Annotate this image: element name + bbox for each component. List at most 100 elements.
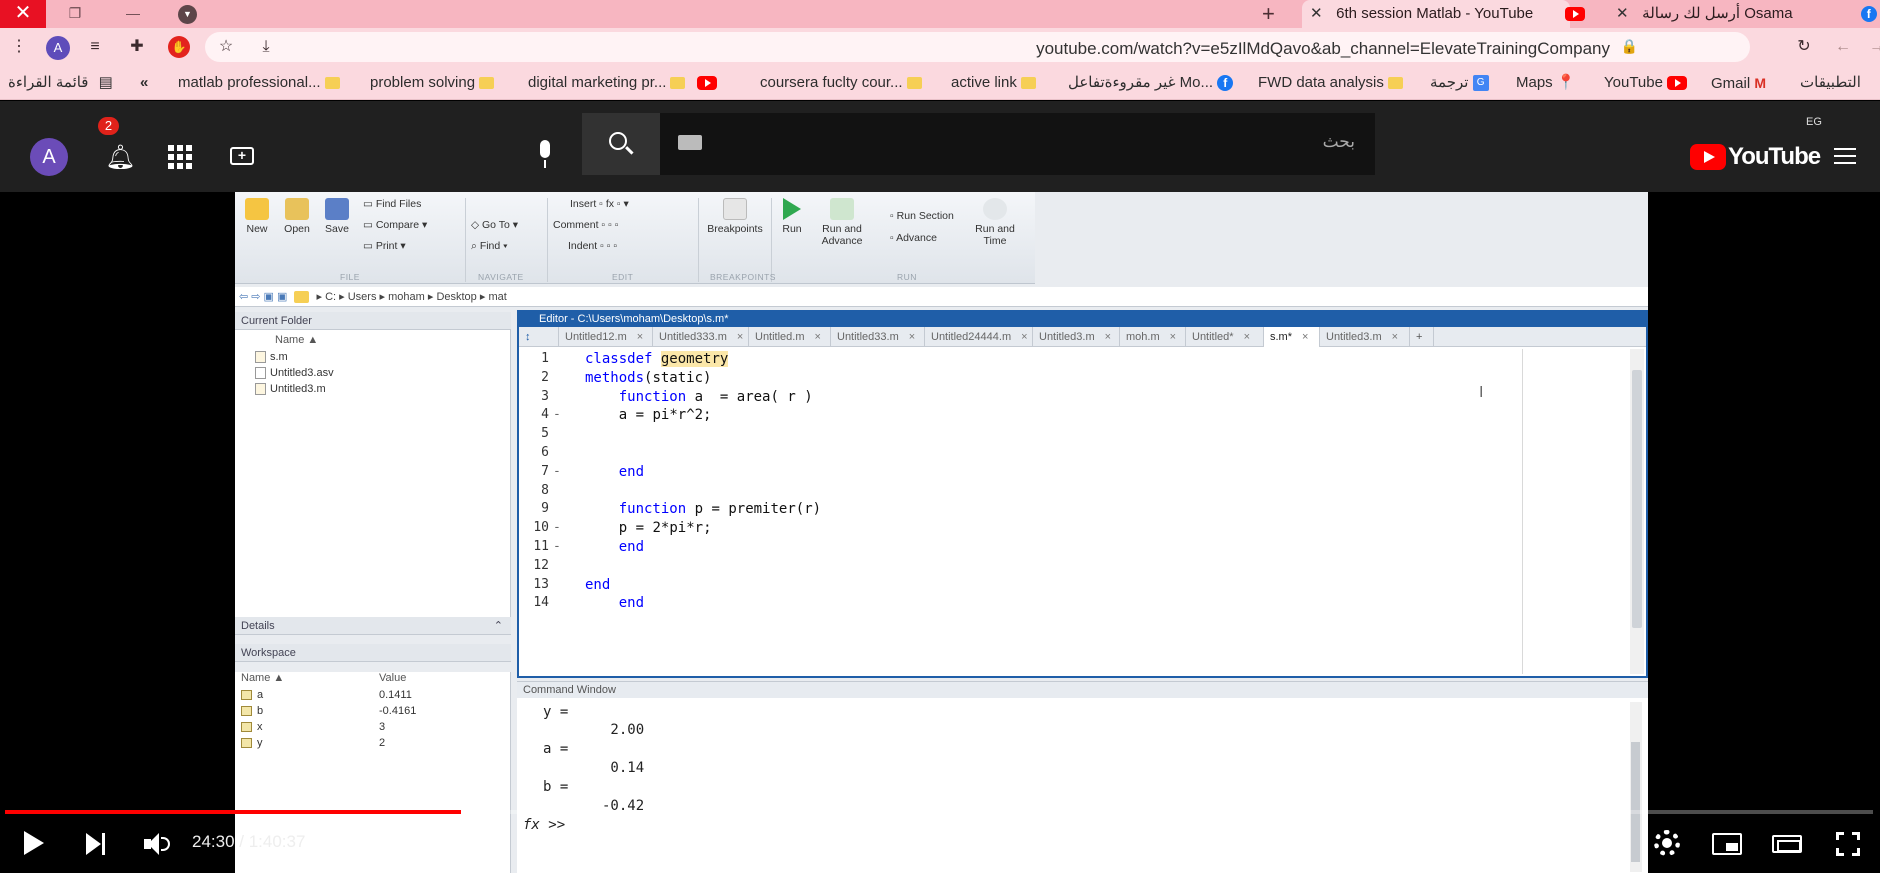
tab-youtube-video[interactable]: ✕ 6th session Matlab - YouTube xyxy=(1302,0,1586,28)
progress-bar-played[interactable] xyxy=(5,810,461,814)
file-name: Untitled3.m xyxy=(270,383,326,395)
column-header: Name ▲ xyxy=(241,672,285,684)
bookmark-label: coursera fuclty cour... xyxy=(760,74,903,91)
editor-tab-nav: ↕ xyxy=(519,327,559,347)
tab-facebook-message[interactable]: ✕ أرسل لك رسالة Osama f xyxy=(1608,0,1880,28)
keyboard-icon[interactable] xyxy=(678,135,702,150)
run-advance-icon xyxy=(830,198,854,220)
fullscreen-button[interactable] xyxy=(1836,832,1860,856)
youtube-logo[interactable]: YouTube xyxy=(1690,143,1821,173)
var-name: x xyxy=(257,721,263,733)
bookmark-youtube[interactable]: YouTube xyxy=(1604,66,1688,100)
tab-label: s.m* xyxy=(1270,331,1292,343)
name-column-header: Name ▲ xyxy=(275,334,319,346)
bookmark-translate[interactable]: ترجمة G xyxy=(1430,66,1489,100)
menu-kebab-icon[interactable]: ⋮ xyxy=(8,36,30,58)
code-line: function p = premiter(r) xyxy=(618,501,822,518)
settings-gear-icon[interactable] xyxy=(1654,830,1680,856)
tab-title: أرسل لك رسالة Osama xyxy=(1642,5,1793,22)
path-sep: ▸ xyxy=(339,291,348,303)
line-number: 8 xyxy=(541,482,549,498)
browser-toolbar: ⋮ A ≡ ✚ ✋ ☆ ⤓ youtube.com/watch?v=e5zIlM… xyxy=(0,28,1880,66)
workspace-header: Workspace xyxy=(235,644,511,662)
bookmark-digital-marketing[interactable]: digital marketing pr... xyxy=(528,66,718,100)
profile-avatar[interactable]: A xyxy=(46,36,70,60)
bookmark-reading-list[interactable]: قائمة القراءة ▤ xyxy=(8,66,113,100)
bookmark-active-link[interactable]: active link xyxy=(951,66,1040,100)
new-tab-button[interactable]: + xyxy=(1262,0,1275,28)
url-text[interactable]: youtube.com/watch?v=e5zIlMdQavo&ab_chann… xyxy=(1036,39,1610,59)
bookmark-fwd-data-analysis[interactable]: FWD data analysis xyxy=(1258,66,1407,100)
tab-search-button[interactable]: ▼ xyxy=(178,5,197,24)
bookmark-label: Maps xyxy=(1516,74,1553,91)
tab-label: Untitled333.m xyxy=(659,331,727,343)
tab-close-icon[interactable]: ✕ xyxy=(1616,0,1630,28)
adblock-stop-icon[interactable]: ✋ xyxy=(168,36,190,58)
bookmark-coursera[interactable]: coursera fuclty cour... xyxy=(760,66,926,100)
details-header: Details ⌃ xyxy=(235,617,511,635)
youtube-apps-grid-icon[interactable] xyxy=(168,145,192,169)
line-number: 10 xyxy=(533,520,549,536)
line-number: 6 xyxy=(541,445,549,460)
lock-icon[interactable]: 🔒 xyxy=(1621,38,1638,55)
search-input[interactable]: بحث xyxy=(660,113,1375,175)
text-cursor-icon: I xyxy=(1479,384,1484,401)
address-bar[interactable]: ☆ ⤓ youtube.com/watch?v=e5zIlMdQavo&ab_c… xyxy=(205,32,1750,62)
forward-arrow-icon[interactable]: → xyxy=(1866,36,1880,58)
pane-title: Workspace xyxy=(241,647,296,659)
workspace-var-row: x3 xyxy=(241,721,507,733)
current-folder-header: Current Folder xyxy=(235,312,511,330)
bookmark-maps[interactable]: Maps 📍 xyxy=(1516,66,1576,100)
bookmark-problem-solving[interactable]: problem solving xyxy=(370,66,498,100)
editor-tab: Untitled3.m × xyxy=(1320,327,1410,347)
editor-tab: Untitled3.m × xyxy=(1033,327,1120,347)
youtube-favicon-icon xyxy=(1565,7,1586,22)
next-video-button[interactable] xyxy=(86,833,108,855)
play-button[interactable] xyxy=(24,831,44,855)
breakpoint-marker: - xyxy=(553,520,561,536)
folder-icon xyxy=(294,291,310,304)
video-player[interactable]: New Open Save ▭ Find Files ▭ Compare ▾ ▭… xyxy=(0,192,1880,873)
miniplayer-button[interactable] xyxy=(1712,833,1742,855)
bookmarks-overflow-button[interactable]: « xyxy=(140,66,148,100)
media-queue-icon[interactable]: ≡ xyxy=(84,36,106,58)
bookmark-star-icon[interactable]: ☆ xyxy=(215,36,237,58)
notifications-bell-icon[interactable]: 🔔︎ xyxy=(105,143,135,173)
matlab-toolstrip: New Open Save ▭ Find Files ▭ Compare ▾ ▭… xyxy=(235,192,1035,284)
window-minimize-button[interactable]: — xyxy=(110,0,156,28)
pane-title: Details xyxy=(241,620,275,632)
bookmark-gmail[interactable]: Gmail M xyxy=(1711,66,1766,100)
tab-close-icon[interactable]: ✕ xyxy=(1310,0,1324,28)
line-number: 3 xyxy=(541,388,549,404)
command-window: Command Window y = 2.00 a = 0.14 b = -0.… xyxy=(517,681,1648,873)
tab-label: Untitled.m xyxy=(755,331,805,343)
search-button[interactable] xyxy=(582,113,660,175)
cmd-output-line: b = xyxy=(543,779,569,795)
run-time-button: Run and Time xyxy=(970,198,1020,247)
youtube-account-avatar[interactable]: A xyxy=(30,138,68,176)
var-name: y xyxy=(257,737,263,749)
guide-menu-icon[interactable] xyxy=(1834,148,1856,164)
create-video-icon[interactable]: + xyxy=(230,147,254,165)
volume-button[interactable] xyxy=(144,832,170,856)
bookmark-apps[interactable]: التطبيقات xyxy=(1800,66,1861,100)
voice-search-mic-icon[interactable] xyxy=(530,134,560,178)
file-name: s.m xyxy=(270,351,288,363)
breakpoints-button: Breakpoints xyxy=(705,198,765,235)
tool-label: Indent xyxy=(568,240,598,252)
folder-icon xyxy=(1387,77,1403,90)
facebook-favicon-icon: f xyxy=(1860,6,1877,23)
search-icon xyxy=(609,132,627,150)
back-arrow-icon[interactable]: ← xyxy=(1832,36,1854,58)
window-restore-button[interactable]: ❐ xyxy=(52,0,98,28)
reload-icon[interactable]: ↻ xyxy=(1793,36,1815,58)
workspace-var-row: b -0.4161 xyxy=(241,705,507,717)
comment-button: Comment ▫ ▫ ▫ xyxy=(553,219,619,231)
bookmark-matlab-professional[interactable]: matlab professional... xyxy=(178,66,344,100)
bookmark-facebook-notifications[interactable]: غير مقروءةتفاعل Mo... f xyxy=(1068,66,1234,100)
theater-mode-button[interactable] xyxy=(1772,835,1802,853)
window-close-button[interactable]: ✕ xyxy=(0,0,46,28)
extensions-puzzle-icon[interactable]: ✚ xyxy=(126,36,148,58)
install-app-icon[interactable]: ⤓ xyxy=(255,36,277,58)
tab-title: 6th session Matlab - YouTube xyxy=(1336,5,1534,22)
